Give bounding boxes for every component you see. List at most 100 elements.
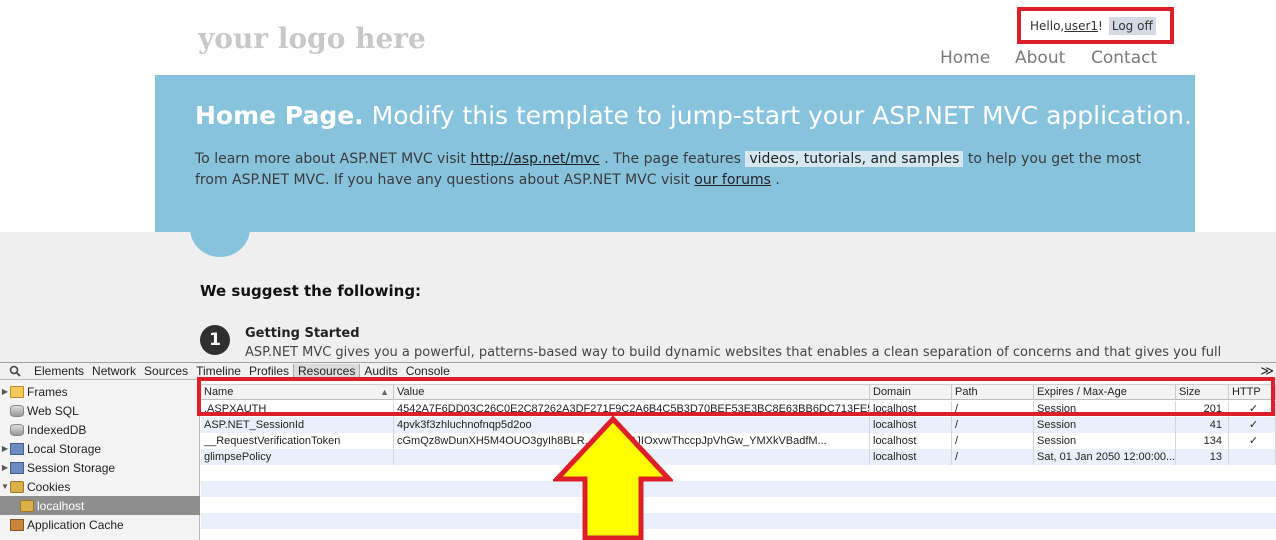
resources-sidebar: ▶ Frames Web SQL IndexedDB ▶ Local Storage… [0, 380, 200, 540]
column-header-path[interactable]: Path [952, 385, 1034, 400]
column-header-name[interactable]: Name ▲ [201, 385, 394, 400]
devtools-toolbar: Elements Network Sources Timeline Profil… [0, 363, 1276, 380]
table-row[interactable]: .ASPXAUTH 4542A7F6DD03C26C0E2C87262A3DF2… [201, 401, 1276, 417]
hero-title: Home Page. Modify this template to jump-… [195, 101, 1192, 130]
cookie-path: / [952, 433, 1034, 449]
table-header: Name ▲ Value Domain Path Expires / Max-Ag… [201, 384, 1276, 400]
table-row[interactable]: __RequestVerificationToken cGmQz8wDunXH5… [201, 433, 1276, 449]
hero-text-1: To learn more about ASP.NET MVC visit [195, 151, 471, 167]
sidebar-item-label: Application Cache [27, 517, 124, 532]
tab-resources[interactable]: Resources [293, 364, 361, 378]
column-header-domain[interactable]: Domain [870, 385, 952, 400]
yellow-up-arrow-icon [553, 416, 673, 540]
sidebar-item-label: IndexedDB [27, 422, 87, 437]
database-icon [10, 423, 24, 436]
hello-text: Hello, [1030, 18, 1065, 33]
nav-about-link[interactable]: About [1015, 48, 1065, 68]
cookie-expires: Session [1034, 417, 1176, 433]
tab-sources[interactable]: Sources [140, 364, 192, 378]
sort-ascending-icon: ▲ [380, 387, 389, 397]
sidebar-item-frames[interactable]: ▶ Frames [0, 382, 200, 401]
main-content: We suggest the following: 1 Getting Star… [0, 232, 1276, 362]
empty-table-row [201, 529, 1276, 540]
storage-grid-icon [10, 461, 24, 474]
suggest-heading: We suggest the following: [200, 282, 422, 300]
table-row[interactable]: ASP.NET_SessionId 4pvk3f3zhluchnofnqp5d2… [201, 417, 1276, 433]
cookies-table: Name ▲ Value Domain Path Expires / Max-Ag… [201, 380, 1276, 540]
empty-table-row [201, 497, 1276, 513]
cookie-name: ASP.NET_SessionId [201, 417, 394, 433]
cookie-path: / [952, 401, 1034, 417]
hero-title-rest: Modify this template to jump-start your … [363, 101, 1192, 130]
getting-started-text: ASP.NET MVC gives you a powerful, patter… [245, 345, 1222, 360]
sidebar-item-web-sql[interactable]: Web SQL [0, 401, 200, 420]
cookie-path: / [952, 417, 1034, 433]
sidebar-item-label: localhost [37, 498, 85, 513]
asp-net-mvc-link[interactable]: http://asp.net/mvc [470, 151, 599, 167]
cookie-size: 201 [1176, 401, 1229, 417]
http-only-check-icon: ✓ [1229, 433, 1276, 449]
cookie-size: 13 [1176, 449, 1229, 465]
hero-title-bold: Home Page. [195, 101, 364, 130]
cookie-name: glimpsePolicy [201, 449, 394, 465]
sidebar-item-label: Web SQL [27, 403, 79, 418]
http-only-check-icon [1229, 449, 1276, 465]
videos-tutorials-highlight[interactable]: videos, tutorials, and samples [745, 151, 964, 167]
log-off-button[interactable]: Log off [1108, 16, 1156, 35]
cookie-expires: Sat, 01 Jan 2050 12:00:00... [1034, 449, 1176, 465]
nav-home-link[interactable]: Home [940, 48, 990, 68]
step-number-badge: 1 [200, 325, 230, 355]
database-icon [10, 404, 24, 417]
sidebar-item-local-storage[interactable]: ▶ Local Storage [0, 439, 200, 458]
sidebar-item-application-cache[interactable]: Application Cache [0, 515, 200, 534]
expand-triangle-icon[interactable]: ▶ [0, 444, 10, 453]
username-link[interactable]: user1 [1064, 19, 1098, 33]
collapse-triangle-icon[interactable]: ▼ [0, 482, 10, 491]
decorative-circle [190, 232, 250, 257]
http-only-check-icon: ✓ [1229, 417, 1276, 433]
http-only-check-icon: ✓ [1229, 401, 1276, 417]
getting-started-title: Getting Started [245, 326, 360, 341]
storage-grid-icon [10, 442, 24, 455]
cookie-expires: Session [1034, 433, 1176, 449]
search-icon[interactable] [0, 365, 30, 377]
tab-network[interactable]: Network [88, 364, 140, 378]
sidebar-item-localhost[interactable]: localhost [0, 496, 200, 515]
tab-console[interactable]: Console [402, 364, 454, 378]
nav-contact-link[interactable]: Contact [1091, 48, 1157, 68]
cookie-domain: localhost [870, 417, 952, 433]
cookie-name: .ASPXAUTH [201, 401, 394, 417]
column-header-value[interactable]: Value [394, 385, 870, 400]
column-header-expires[interactable]: Expires / Max-Age [1034, 385, 1176, 400]
expand-triangle-icon[interactable]: ▶ [0, 387, 10, 396]
table-row[interactable]: glimpsePolicy localhost / Sat, 01 Jan 20… [201, 449, 1276, 465]
column-header-http[interactable]: HTTP [1229, 385, 1276, 400]
hero-text-2: . The page features [599, 151, 746, 167]
close-devtools-icon[interactable]: ≫ [1260, 363, 1274, 379]
cookie-icon [20, 499, 34, 512]
tab-profiles[interactable]: Profiles [245, 364, 293, 378]
cookie-expires: Session [1034, 401, 1176, 417]
forums-link[interactable]: our forums [694, 172, 771, 188]
cookie-size: 41 [1176, 417, 1229, 433]
tab-timeline[interactable]: Timeline [192, 364, 245, 378]
folder-icon [10, 385, 24, 398]
cookie-domain: localhost [870, 401, 952, 417]
hero-paragraph: To learn more about ASP.NET MVC visit ht… [195, 149, 1155, 191]
cache-icon [10, 518, 24, 531]
expand-triangle-icon[interactable]: ▶ [0, 463, 10, 472]
cookie-name: __RequestVerificationToken [201, 433, 394, 449]
tab-elements[interactable]: Elements [30, 364, 88, 378]
empty-table-row [201, 513, 1276, 529]
sidebar-item-label: Session Storage [27, 460, 116, 475]
sidebar-item-session-storage[interactable]: ▶ Session Storage [0, 458, 200, 477]
column-header-size[interactable]: Size [1176, 385, 1229, 400]
sidebar-item-indexeddb[interactable]: IndexedDB [0, 420, 200, 439]
cookie-domain: localhost [870, 433, 952, 449]
site-logo[interactable]: your logo here [198, 22, 426, 55]
sidebar-item-cookies[interactable]: ▼ Cookies [0, 477, 200, 496]
cookie-value: 4542A7F6DD03C26C0E2C87262A3DF271F9C2A6B4… [394, 401, 870, 417]
cookie-path: / [952, 449, 1034, 465]
tab-audits[interactable]: Audits [360, 364, 401, 378]
cookie-icon [10, 480, 24, 493]
